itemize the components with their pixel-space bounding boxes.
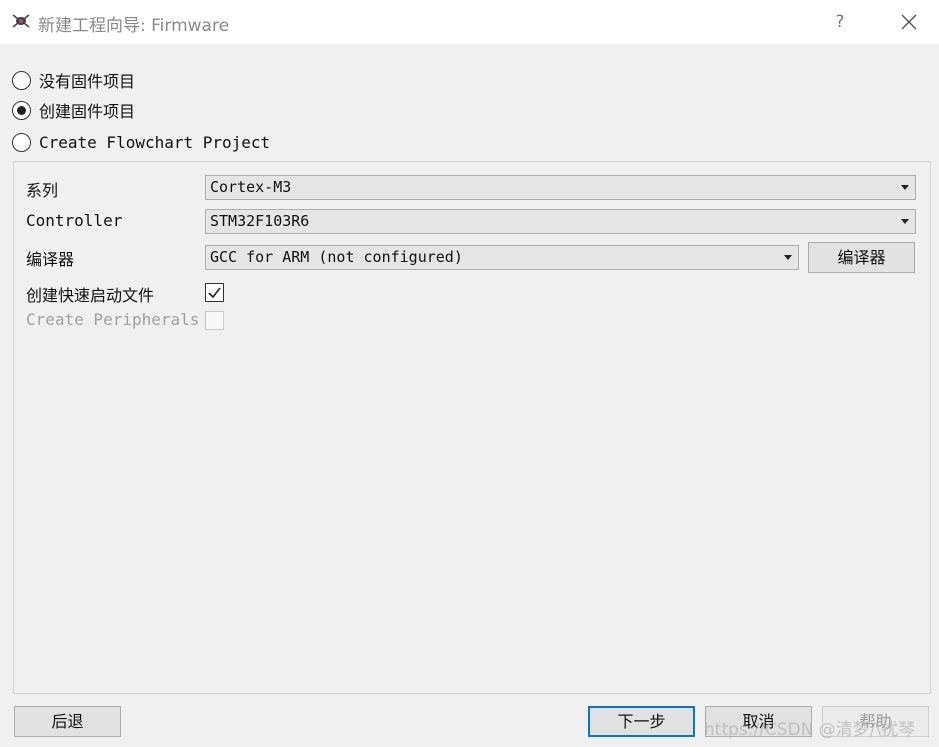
close-icon[interactable] [895,8,923,36]
title-bar: 新建工程向导: Firmware ? [0,0,939,44]
radio-button[interactable] [12,132,31,152]
chevron-down-icon [784,255,792,260]
title-help-button[interactable]: ? [826,8,854,36]
checkmark-icon [208,287,221,299]
peripherals-label: Create Peripherals [26,310,200,329]
compiler-label: 编译器 [26,250,75,269]
quick-start-label: 创建快速启动文件 [26,286,155,305]
peripherals-checkbox[interactable] [205,311,224,330]
radio-create-firmware[interactable]: 创建固件项目 [12,98,135,122]
quick-start-checkbox[interactable] [205,283,224,302]
radio-no-firmware[interactable]: 没有固件项目 [12,68,135,92]
radio-button[interactable] [12,70,31,90]
chevron-down-icon [901,185,909,190]
watermark-text: https://CSDN @清梦/\扰琴 [704,720,916,740]
radio-label: 创建固件项目 [39,102,136,121]
controller-select[interactable]: STM32F103R6 [205,209,916,234]
app-logo-icon [10,10,32,32]
compiler-select-value: GCC for ARM (not configured) [210,248,463,266]
firmware-options-panel [13,161,931,694]
window-title: 新建工程向导: Firmware [38,16,230,36]
family-select[interactable]: Cortex-M3 [205,175,916,200]
controller-select-value: STM32F103R6 [210,212,310,230]
radio-create-flowchart[interactable]: Create Flowchart Project [12,130,270,154]
compiler-config-button[interactable]: 编译器 [808,242,915,273]
radio-label: 没有固件项目 [39,72,136,91]
family-label: 系列 [26,181,59,200]
chevron-down-icon [901,219,909,224]
controller-label: Controller [26,211,123,230]
radio-label: Create Flowchart Project [39,132,271,152]
back-button[interactable]: 后退 [14,706,121,737]
compiler-select[interactable]: GCC for ARM (not configured) [205,245,799,270]
family-select-value: Cortex-M3 [210,178,292,196]
next-button[interactable]: 下一步 [588,706,695,737]
radio-button[interactable] [12,100,31,120]
